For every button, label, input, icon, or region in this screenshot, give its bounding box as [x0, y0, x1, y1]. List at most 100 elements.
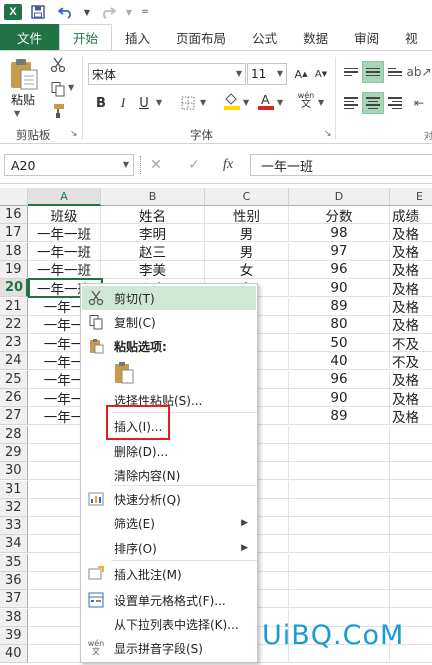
- cell[interactable]: [289, 572, 390, 590]
- row-header[interactable]: 23: [0, 334, 28, 353]
- bold-button[interactable]: B: [91, 93, 111, 113]
- menu-item-cut[interactable]: 剪切(T): [82, 286, 256, 310]
- row-header[interactable]: 36: [0, 572, 28, 590]
- row-header[interactable]: 24: [0, 352, 28, 371]
- font-size-box[interactable]: 11 ▼: [247, 63, 287, 85]
- fill-color-icon[interactable]: [222, 91, 242, 111]
- row-header[interactable]: 27: [0, 407, 28, 426]
- menu-item-quick-analysis[interactable]: 快速分析(Q): [82, 487, 256, 511]
- cell[interactable]: 及格: [390, 389, 432, 407]
- name-box[interactable]: A20 ▼: [4, 154, 134, 176]
- tab-formulas[interactable]: 公式: [239, 24, 290, 50]
- cell[interactable]: [289, 535, 390, 554]
- menu-item-delete[interactable]: 删除(D)...: [82, 439, 256, 463]
- customize-quick-access-icon[interactable]: =: [138, 2, 152, 22]
- align-middle-icon[interactable]: [362, 61, 384, 83]
- cell[interactable]: 不及: [390, 334, 432, 353]
- copy-dropdown-icon[interactable]: ▼: [68, 83, 74, 92]
- align-bottom-icon[interactable]: [384, 61, 406, 83]
- cell[interactable]: [289, 425, 390, 444]
- format-painter-icon[interactable]: [48, 101, 68, 121]
- cell[interactable]: 89: [289, 407, 390, 426]
- decrease-font-icon[interactable]: A ▼: [311, 64, 331, 84]
- row-header[interactable]: 22: [0, 315, 28, 334]
- cell[interactable]: 98: [289, 224, 390, 243]
- cell[interactable]: 成绩: [390, 206, 432, 224]
- font-color-icon[interactable]: A: [256, 91, 276, 111]
- row-header[interactable]: 20: [0, 279, 28, 298]
- row-header[interactable]: 29: [0, 443, 28, 462]
- tab-review[interactable]: 审阅: [341, 24, 392, 50]
- phonetic-guide-icon[interactable]: wén 文: [296, 91, 316, 111]
- cell[interactable]: [289, 517, 390, 536]
- row-header[interactable]: 32: [0, 498, 28, 517]
- cell[interactable]: 及格: [390, 316, 432, 334]
- cell[interactable]: [289, 462, 390, 481]
- row-header[interactable]: 38: [0, 608, 28, 627]
- align-left-icon[interactable]: [340, 92, 362, 114]
- cell[interactable]: 班级: [28, 206, 101, 224]
- cell[interactable]: [289, 480, 390, 499]
- tab-view[interactable]: 视: [392, 24, 431, 50]
- tab-home[interactable]: 开始: [59, 24, 113, 51]
- cell[interactable]: [390, 499, 432, 517]
- menu-item-show-phonetic[interactable]: wén 文显示拼音字段(S): [82, 636, 256, 660]
- menu-item-clear-contents[interactable]: 清除内容(N): [82, 463, 256, 487]
- save-icon[interactable]: [26, 2, 50, 22]
- cut-icon[interactable]: [48, 55, 68, 75]
- menu-item-filter[interactable]: 筛选(E) ▶: [82, 511, 256, 535]
- column-header-d[interactable]: D: [289, 188, 390, 206]
- undo-dropdown-icon[interactable]: ▼: [82, 2, 92, 22]
- cell[interactable]: [390, 444, 432, 462]
- select-all-corner[interactable]: [0, 188, 28, 206]
- row-header[interactable]: 21: [0, 297, 28, 316]
- row-header[interactable]: 39: [0, 626, 28, 645]
- menu-item-paste-default[interactable]: [82, 358, 256, 388]
- row-header[interactable]: 26: [0, 389, 28, 407]
- paste-dropdown-icon[interactable]: ▼: [14, 109, 20, 118]
- insert-function-icon[interactable]: fx: [214, 154, 242, 176]
- row-header[interactable]: 40: [0, 645, 28, 664]
- cell[interactable]: 分数: [289, 206, 390, 224]
- cell[interactable]: 李美: [101, 260, 205, 279]
- cell[interactable]: 一年一班: [28, 242, 101, 261]
- row-header[interactable]: 31: [0, 480, 28, 499]
- cell[interactable]: 及格: [390, 261, 432, 279]
- italic-button[interactable]: I: [113, 93, 133, 113]
- menu-item-pick-from-dropdown[interactable]: 从下拉列表中选择(K)...: [82, 612, 256, 636]
- tab-page-layout[interactable]: 页面布局: [163, 24, 239, 50]
- cell[interactable]: [390, 481, 432, 499]
- cell[interactable]: [289, 553, 390, 572]
- borders-dropdown-icon[interactable]: ▼: [200, 98, 206, 107]
- column-header-e[interactable]: E: [390, 188, 432, 206]
- formula-input[interactable]: 一年一班: [250, 154, 432, 176]
- cell[interactable]: 姓名: [101, 206, 205, 224]
- cell[interactable]: [390, 535, 432, 554]
- column-header-c[interactable]: C: [205, 188, 289, 206]
- column-header-b[interactable]: B: [101, 188, 205, 206]
- font-name-box[interactable]: 宋体 ▼: [88, 63, 246, 85]
- paste-label[interactable]: 粘贴: [11, 91, 35, 108]
- align-top-icon[interactable]: [340, 61, 362, 83]
- font-launcher-icon[interactable]: ↘: [324, 129, 332, 139]
- row-header[interactable]: 33: [0, 517, 28, 536]
- enter-icon[interactable]: ✓: [180, 154, 208, 176]
- alignment-launcher-icon[interactable]: 对: [424, 129, 432, 142]
- cell[interactable]: 赵三: [101, 242, 205, 261]
- copy-icon[interactable]: [48, 79, 68, 99]
- cell[interactable]: 不及: [390, 352, 432, 371]
- row-header[interactable]: 34: [0, 535, 28, 554]
- phonetic-dropdown-icon[interactable]: ▼: [318, 98, 324, 107]
- cell[interactable]: 女: [205, 260, 289, 279]
- cell[interactable]: [390, 554, 432, 572]
- cell[interactable]: 96: [289, 260, 390, 279]
- row-header[interactable]: 18: [0, 242, 28, 261]
- font-color-dropdown-icon[interactable]: ▼: [277, 98, 283, 107]
- row-header[interactable]: 30: [0, 462, 28, 481]
- cell[interactable]: 及格: [390, 407, 432, 426]
- cell[interactable]: [390, 462, 432, 481]
- fill-color-dropdown-icon[interactable]: ▼: [243, 98, 249, 107]
- cell[interactable]: 96: [289, 370, 390, 389]
- menu-item-format-cells[interactable]: 设置单元格格式(F)...: [82, 588, 256, 612]
- cell[interactable]: 97: [289, 242, 390, 261]
